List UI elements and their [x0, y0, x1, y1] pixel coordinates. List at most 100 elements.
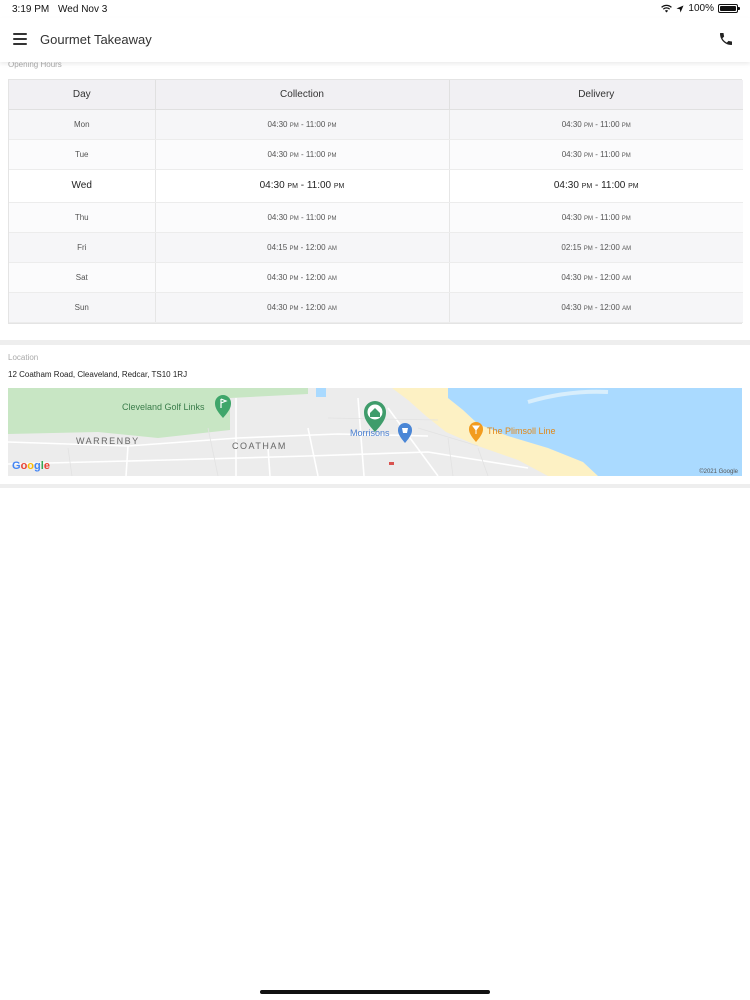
column-header-delivery: Delivery [449, 80, 743, 110]
day-name: Mon [73, 119, 90, 129]
ampm-label: PM [287, 183, 298, 190]
collection-close-time: 11:00 [306, 180, 332, 191]
delivery-hours-cell: 04:30 PM - 11:00 PM [449, 169, 743, 203]
collection-close-time: 12:00 [305, 242, 326, 252]
google-logo: Google [12, 460, 50, 472]
ampm-label: AM [327, 245, 337, 252]
location-arrow-icon [676, 5, 684, 12]
collection-open-time: 04:15 [267, 242, 288, 252]
hours-row-fri: Fri 04:15 PM - 12:00 AM 02:15 PM - 12:00 A… [9, 232, 743, 263]
day-cell: Tue [9, 139, 156, 170]
collection-open-time: 04:30 [267, 119, 288, 129]
ampm-label: AM [622, 275, 632, 282]
hours-row-wed: Wed 04:30 PM - 11:00 PM 04:30 PM - 11:00 P… [9, 169, 743, 203]
page-title: Gourmet Takeaway [40, 32, 152, 47]
collection-open-time: 04:30 [259, 180, 285, 191]
hamburger-icon [13, 33, 27, 35]
map-label-golf: Cleveland Golf Links [122, 402, 205, 412]
collection-open-time: 04:30 [267, 212, 288, 222]
section-divider [0, 340, 750, 345]
collection-hours-cell: 04:15 PM - 12:00 AM [155, 232, 450, 263]
status-bar: 3:19 PM Wed Nov 3 100% [0, 0, 750, 18]
ampm-label: PM [289, 305, 299, 312]
hours-row-thu: Thu 04:30 PM - 11:00 PM 04:30 PM - 11:00 P… [9, 202, 743, 233]
delivery-close-time: 12:00 [599, 302, 620, 312]
ampm-label: AM [622, 245, 632, 252]
ampm-label: PM [333, 183, 345, 190]
day-name: Sat [75, 272, 88, 282]
delivery-close-time: 11:00 [601, 180, 626, 191]
collection-open-time: 04:30 [267, 302, 288, 312]
delivery-hours-cell: 04:30 PM - 11:00 PM [449, 109, 743, 140]
ampm-label: PM [327, 122, 337, 129]
column-header-collection: Collection [155, 80, 450, 110]
delivery-hours-cell: 04:30 PM - 11:00 PM [449, 139, 743, 170]
ampm-label: PM [628, 183, 639, 190]
delivery-hours-cell: 04:30 PM - 12:00 AM [449, 292, 743, 323]
ampm-label: PM [583, 305, 593, 312]
address-text: 12 Coatham Road, Cleaveland, Redcar, TS1… [8, 370, 188, 379]
delivery-close-time: 11:00 [600, 212, 620, 222]
map-label-morrisons: Morrisons [350, 428, 390, 438]
map-label-plimsoll: The Plimsoll Line [487, 426, 556, 436]
delivery-open-time: 04:30 [561, 272, 582, 282]
collection-hours-cell: 04:30 PM - 11:00 PM [155, 109, 450, 140]
ampm-label: PM [583, 275, 593, 282]
delivery-close-time: 11:00 [600, 119, 620, 129]
collection-hours-cell: 04:30 PM - 11:00 PM [155, 139, 450, 170]
day-name: Tue [75, 149, 89, 159]
map-label-coatham: COATHAM [232, 441, 287, 451]
collection-hours-cell: 04:30 PM - 12:00 AM [155, 292, 450, 323]
phone-icon[interactable] [718, 31, 734, 47]
delivery-hours-cell: 04:30 PM - 12:00 AM [449, 262, 743, 293]
ampm-label: PM [621, 152, 631, 159]
ampm-label: PM [583, 152, 593, 159]
collection-hours-cell: 04:30 PM - 11:00 PM [155, 169, 450, 203]
menu-button[interactable] [13, 33, 27, 45]
ampm-label: PM [289, 152, 299, 159]
home-indicator[interactable] [260, 990, 490, 994]
collection-open-time: 04:30 [267, 272, 288, 282]
day-cell: Wed [9, 169, 156, 203]
delivery-open-time: 04:30 [561, 119, 582, 129]
ampm-label: PM [289, 122, 299, 129]
delivery-hours-cell: 02:15 PM - 12:00 AM [449, 232, 743, 263]
delivery-close-time: 12:00 [599, 242, 620, 252]
wifi-icon [661, 4, 673, 13]
day-name: Thu [74, 212, 89, 222]
battery-percentage: 100% [688, 3, 714, 14]
location-label: Location [8, 353, 39, 362]
delivery-open-time: 04:30 [561, 149, 582, 159]
day-cell: Fri [9, 232, 156, 263]
opening-hours-table: Day Collection Delivery Mon 04:30 PM - 11… [8, 79, 743, 324]
location-map[interactable]: Cleveland Golf Links WARRENBY COATHAM Mo… [8, 388, 742, 476]
ampm-label: PM [289, 275, 299, 282]
ampm-label: PM [289, 245, 299, 252]
delivery-close-time: 12:00 [599, 272, 620, 282]
delivery-open-time: 04:30 [561, 302, 582, 312]
hours-row-sun: Sun 04:30 PM - 12:00 AM 04:30 PM - 12:00 A… [9, 292, 743, 323]
map-label-warrenby: WARRENBY [76, 436, 140, 446]
day-cell: Mon [9, 109, 156, 140]
delivery-open-time: 02:15 [561, 242, 582, 252]
ampm-label: PM [327, 215, 337, 222]
ampm-label: PM [583, 245, 593, 252]
status-right: 100% [661, 3, 740, 14]
delivery-hours-cell: 04:30 PM - 11:00 PM [449, 202, 743, 233]
day-cell: Thu [9, 202, 156, 233]
collection-close-time: 12:00 [305, 302, 326, 312]
ampm-label: PM [621, 215, 631, 222]
collection-close-time: 11:00 [305, 149, 326, 159]
section-divider-bottom [0, 484, 750, 488]
table-header-row: Day Collection Delivery [9, 80, 743, 110]
collection-close-time: 12:00 [305, 272, 326, 282]
ampm-label: AM [622, 305, 632, 312]
delivery-close-time: 11:00 [600, 149, 620, 159]
battery-icon [718, 4, 740, 13]
collection-close-time: 11:00 [305, 119, 326, 129]
app-header: Gourmet Takeaway [0, 18, 750, 62]
map-copyright: ©2021 Google [699, 469, 738, 475]
transit-marker [389, 462, 394, 465]
map-water-inlet [316, 388, 326, 397]
delivery-open-time: 04:30 [561, 212, 582, 222]
